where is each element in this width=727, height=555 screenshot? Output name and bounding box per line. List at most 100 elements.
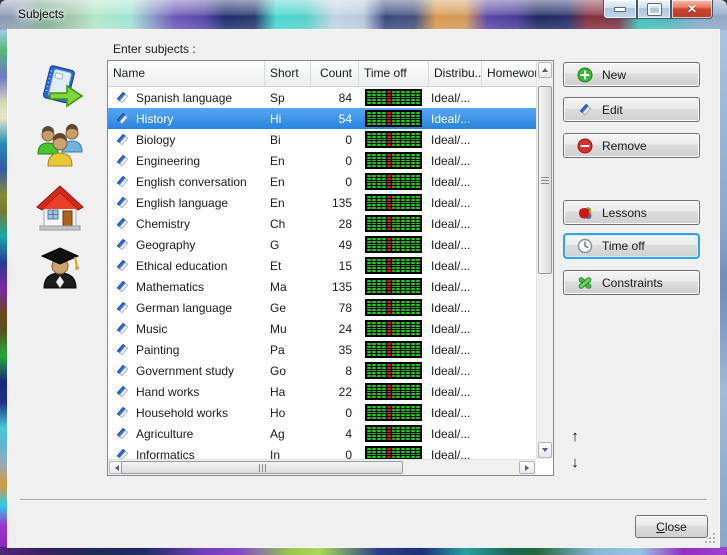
column-header-homewor[interactable]: Homewor bbox=[482, 61, 536, 86]
column-header-count[interactable]: Count bbox=[311, 61, 359, 86]
close-button[interactable]: Close bbox=[635, 515, 708, 538]
constraints-button[interactable]: Constraints bbox=[563, 270, 700, 295]
subject-distribution: Ideal/... bbox=[429, 427, 482, 441]
table-row[interactable]: EngineeringEn0Ideal/... bbox=[108, 150, 536, 171]
people-group-icon[interactable] bbox=[34, 120, 86, 172]
table-row[interactable]: German languageGe78Ideal/... bbox=[108, 297, 536, 318]
table-row[interactable]: PaintingPa35Ideal/... bbox=[108, 339, 536, 360]
horizontal-scrollbar-thumb[interactable] bbox=[121, 461, 403, 474]
move-up-button[interactable]: ↑ bbox=[564, 428, 586, 446]
scroll-up-button[interactable] bbox=[538, 62, 552, 78]
timeoff-cell bbox=[359, 404, 429, 421]
timeoff-cell bbox=[359, 131, 429, 148]
subject-count: 0 bbox=[311, 406, 359, 420]
vertical-scrollbar-thumb[interactable] bbox=[538, 86, 552, 274]
maximize-button[interactable] bbox=[637, 0, 671, 19]
horizontal-scrollbar[interactable] bbox=[108, 459, 536, 475]
timeoff-cell bbox=[359, 320, 429, 337]
table-row[interactable]: InformaticsIn0Ideal/... bbox=[108, 444, 536, 459]
subject-name-cell: Hand works bbox=[108, 384, 265, 399]
subject-book-icon bbox=[115, 216, 130, 231]
edit-button[interactable]: Edit bbox=[563, 97, 700, 122]
table-row[interactable]: English languageEn135Ideal/... bbox=[108, 192, 536, 213]
minimize-button[interactable] bbox=[603, 0, 637, 19]
table-row[interactable]: MathematicsMa135Ideal/... bbox=[108, 276, 536, 297]
lessons-button[interactable]: Lessons bbox=[563, 200, 700, 225]
subject-short: Mu bbox=[265, 322, 311, 336]
subject-count: 22 bbox=[311, 385, 359, 399]
subject-distribution: Ideal/... bbox=[429, 238, 482, 252]
table-row[interactable]: Spanish languageSp84Ideal/... bbox=[108, 87, 536, 108]
subject-name: Biology bbox=[136, 133, 175, 147]
subject-distribution: Ideal/... bbox=[429, 196, 482, 210]
column-header-time-off[interactable]: Time off bbox=[359, 61, 429, 86]
timeoff-grid bbox=[365, 341, 422, 358]
subject-distribution: Ideal/... bbox=[429, 259, 482, 273]
timeoff-cell bbox=[359, 446, 429, 459]
table-row[interactable]: HistoryHi54Ideal/... bbox=[108, 108, 536, 129]
subject-count: 0 bbox=[311, 154, 359, 168]
subject-short: Ge bbox=[265, 301, 311, 315]
table-row[interactable]: AgricultureAg4Ideal/... bbox=[108, 423, 536, 444]
timeoff-grid bbox=[365, 383, 422, 400]
vertical-scrollbar[interactable] bbox=[536, 61, 553, 459]
subject-distribution: Ideal/... bbox=[429, 343, 482, 357]
subject-short: En bbox=[265, 154, 311, 168]
table-row[interactable]: Ethical educationEt15Ideal/... bbox=[108, 255, 536, 276]
time-off-button[interactable]: Time off bbox=[563, 233, 700, 259]
subject-short: In bbox=[265, 448, 311, 460]
subject-book-icon bbox=[115, 132, 130, 147]
subject-book-icon bbox=[115, 342, 130, 357]
graduate-icon[interactable] bbox=[34, 240, 86, 292]
subject-distribution: Ideal/... bbox=[429, 154, 482, 168]
subject-name-cell: Government study bbox=[108, 363, 265, 378]
subject-distribution: Ideal/... bbox=[429, 280, 482, 294]
close-window-button[interactable]: ✕ bbox=[671, 0, 713, 19]
timeoff-cell bbox=[359, 194, 429, 211]
scroll-left-icon bbox=[115, 465, 119, 471]
window-title: Subjects bbox=[18, 7, 64, 21]
table-row[interactable]: English conversationEn0Ideal/... bbox=[108, 171, 536, 192]
subject-distribution: Ideal/... bbox=[429, 406, 482, 420]
lessons-blob-icon bbox=[577, 205, 593, 221]
timeoff-grid bbox=[365, 299, 422, 316]
table-row[interactable]: Household worksHo0Ideal/... bbox=[108, 402, 536, 423]
subject-book-icon bbox=[115, 258, 130, 273]
scroll-up-icon bbox=[542, 68, 548, 72]
subject-book-icon bbox=[115, 300, 130, 315]
column-header-short[interactable]: Short bbox=[265, 61, 311, 86]
table-row[interactable]: MusicMu24Ideal/... bbox=[108, 318, 536, 339]
move-down-button[interactable]: ↓ bbox=[564, 454, 586, 472]
column-header-name[interactable]: Name bbox=[108, 61, 265, 86]
table-row[interactable]: ChemistryCh28Ideal/... bbox=[108, 213, 536, 234]
timeoff-cell bbox=[359, 257, 429, 274]
timeoff-grid bbox=[365, 131, 422, 148]
timeoff-cell bbox=[359, 236, 429, 253]
table-row[interactable]: GeographyG49Ideal/... bbox=[108, 234, 536, 255]
table-row[interactable]: Government studyGo8Ideal/... bbox=[108, 360, 536, 381]
subject-count: 35 bbox=[311, 343, 359, 357]
subject-short: Ch bbox=[265, 217, 311, 231]
subject-name: Agriculture bbox=[136, 427, 193, 441]
subjects-book-arrow-icon[interactable] bbox=[34, 64, 86, 116]
subject-book-icon bbox=[115, 237, 130, 252]
new-button[interactable]: New bbox=[563, 62, 700, 87]
scrollbar-grip bbox=[259, 464, 266, 472]
subject-name-cell: Music bbox=[108, 321, 265, 336]
close-icon: ✕ bbox=[687, 3, 697, 15]
subject-short: Bi bbox=[265, 133, 311, 147]
resize-grip[interactable] bbox=[705, 533, 716, 544]
table-row[interactable]: BiologyBi0Ideal/... bbox=[108, 129, 536, 150]
subject-count: 8 bbox=[311, 364, 359, 378]
window-frame-right bbox=[719, 30, 727, 547]
table-row[interactable]: Hand worksHa22Ideal/... bbox=[108, 381, 536, 402]
column-header-distribu-[interactable]: Distribu... bbox=[429, 61, 482, 86]
scroll-right-button[interactable] bbox=[519, 461, 535, 474]
timeoff-cell bbox=[359, 152, 429, 169]
subject-short: En bbox=[265, 196, 311, 210]
subject-distribution: Ideal/... bbox=[429, 217, 482, 231]
house-icon[interactable] bbox=[34, 182, 86, 234]
subject-book-icon bbox=[115, 90, 130, 105]
remove-button[interactable]: Remove bbox=[563, 133, 700, 158]
scroll-down-button[interactable] bbox=[538, 442, 552, 458]
